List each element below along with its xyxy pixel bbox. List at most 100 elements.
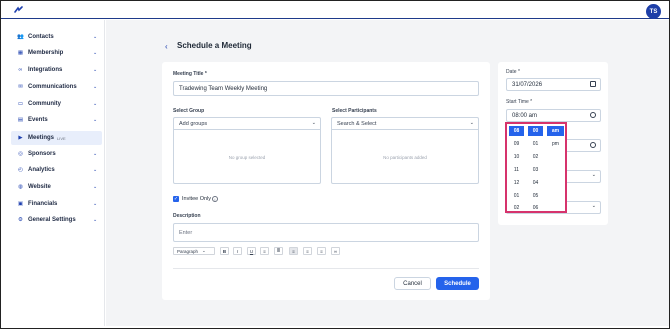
minute-column: 00 01 02 03 04 05 06 — [528, 126, 543, 215]
underline-button[interactable]: U — [247, 247, 256, 255]
cancel-button[interactable]: Cancel — [394, 277, 431, 290]
bullet-list-icon[interactable]: ≡ — [260, 247, 269, 255]
sidebar-item-label: Integrations — [28, 67, 63, 73]
hour-option[interactable]: 08 — [509, 126, 524, 136]
meeting-title-label: Meeting Title * — [173, 71, 207, 77]
sidebar-item-label: Website — [28, 184, 51, 190]
sidebar-item-community[interactable]: ▭ Community ⌄ — [11, 97, 102, 111]
chevron-down-icon: ⌄ — [591, 172, 596, 178]
chevron-down-icon: ⌄ — [202, 248, 206, 253]
minute-option[interactable]: 05 — [528, 189, 543, 202]
sidebar-item-label: Sponsors — [28, 151, 56, 157]
description-label: Description — [173, 213, 201, 219]
sidebar-item-meetings[interactable]: ▶ Meetings LIVE — [11, 131, 102, 145]
select-group-dropdown[interactable]: Add groups ⌄ — [174, 118, 320, 130]
mail-icon: ✉ — [18, 84, 23, 90]
chevron-down-icon: ⌄ — [469, 120, 474, 126]
sidebar-item-website[interactable]: ◍ Website ⌄ — [11, 180, 102, 194]
chevron-down-icon: ⌄ — [93, 151, 98, 157]
no-group-text: No group selected — [228, 155, 266, 160]
period-option[interactable]: pm — [547, 138, 564, 151]
meeting-title-input[interactable]: Tradewing Team Weekly Meeting — [173, 81, 479, 96]
minute-option[interactable]: 02 — [528, 151, 543, 164]
hour-option[interactable]: 11 — [509, 164, 524, 177]
invitee-only-label: Invitee Only — [182, 196, 212, 202]
app-logo-icon[interactable] — [14, 6, 24, 14]
minute-option[interactable]: 00 — [528, 126, 543, 136]
minute-option[interactable]: 04 — [528, 176, 543, 189]
contacts-icon: 👥 — [17, 34, 24, 40]
align-right-icon[interactable]: ≡ — [317, 247, 326, 255]
invitee-only-checkbox[interactable]: ✓ — [173, 196, 179, 202]
paragraph-select[interactable]: Paragraph ⌄ — [173, 247, 215, 255]
sidebar-item-analytics[interactable]: ◴ Analytics ⌄ — [11, 163, 102, 177]
user-avatar[interactable]: TS — [646, 4, 661, 19]
sidebar-item-contacts[interactable]: 👥 Contacts ⌄ — [11, 30, 102, 44]
start-time-input[interactable]: 08:00 am — [506, 109, 601, 122]
period-option[interactable]: am — [547, 126, 564, 136]
sidebar-item-membership[interactable]: ▦ Membership ⌄ — [11, 46, 102, 60]
select-participants-label: Select Participants — [332, 108, 377, 114]
chevron-down-icon: ⌄ — [93, 167, 98, 173]
align-left-icon[interactable]: ≡ — [289, 247, 298, 255]
clock-icon[interactable] — [590, 142, 596, 148]
sidebar: 👥 Contacts ⌄ ▦ Membership ⌄ ∞ Integrations ⌄ ✉ Com… — [1, 20, 105, 326]
sidebar-item-label: Events — [28, 117, 48, 123]
chevron-down-icon: ⌄ — [591, 203, 596, 209]
period-column: am pm — [547, 126, 564, 151]
participants-placeholder: Search & Select — [337, 121, 377, 127]
bold-button[interactable]: B — [220, 247, 229, 255]
chevron-down-icon: ⌄ — [93, 34, 98, 40]
select-group-box: Add groups ⌄ No group selected — [173, 117, 321, 184]
globe-icon: ◍ — [18, 184, 23, 190]
calendar-icon: ▤ — [17, 117, 24, 123]
sidebar-item-financials[interactable]: ▣ Financials ⌄ — [11, 197, 102, 211]
calendar-icon[interactable] — [590, 81, 596, 87]
clock-icon[interactable] — [590, 112, 596, 118]
sidebar-item-label: Contacts — [28, 34, 54, 40]
hour-option[interactable]: 09 — [509, 138, 524, 151]
minute-option[interactable]: 06 — [528, 202, 543, 215]
date-label: Date * — [506, 69, 520, 75]
sidebar-item-integrations[interactable]: ∞ Integrations ⌄ — [11, 63, 102, 77]
description-input[interactable]: Enter — [173, 223, 479, 242]
membership-icon: ▦ — [17, 50, 24, 56]
chevron-down-icon: ⌄ — [93, 101, 98, 107]
hour-column: 08 09 10 11 12 01 02 — [509, 126, 524, 215]
back-chevron-icon[interactable]: ‹ — [165, 42, 168, 51]
schedule-button[interactable]: Schedule — [436, 277, 479, 290]
minute-option[interactable]: 03 — [528, 164, 543, 177]
hour-option[interactable]: 10 — [509, 151, 524, 164]
chat-icon: ▭ — [17, 101, 24, 107]
analytics-icon: ◴ — [18, 167, 23, 173]
info-icon[interactable]: i — [212, 196, 218, 202]
date-input[interactable]: 31/07/2026 — [506, 78, 601, 91]
link-icon[interactable]: ∞ — [331, 247, 340, 255]
sidebar-item-general-settings[interactable]: ⚙ General Settings ⌄ — [11, 213, 102, 227]
sponsor-icon: ◎ — [18, 151, 23, 157]
chevron-down-icon: ⌄ — [93, 84, 98, 90]
sidebar-item-label: General Settings — [28, 217, 76, 223]
sidebar-item-label: Meetings — [28, 135, 55, 141]
start-time-label: Start Time * — [506, 99, 533, 105]
sidebar-item-events[interactable]: ▤ Events ⌄ — [11, 113, 102, 127]
live-badge: LIVE — [57, 135, 66, 141]
hour-option[interactable]: 01 — [509, 189, 524, 202]
select-group-placeholder: Add groups — [179, 121, 208, 127]
hour-option[interactable]: 02 — [509, 202, 524, 215]
wallet-icon: ▣ — [17, 201, 24, 207]
video-icon: ▶ — [18, 135, 23, 141]
participants-search[interactable]: Search & Select ⌄ — [332, 118, 478, 130]
link-icon: ∞ — [18, 67, 23, 73]
minute-option[interactable]: 01 — [528, 138, 543, 151]
align-center-icon[interactable]: ≡ — [303, 247, 312, 255]
sidebar-item-label: Analytics — [28, 167, 55, 173]
select-participants-box: Search & Select ⌄ No participants added — [331, 117, 479, 184]
sidebar-item-communications[interactable]: ✉ Communications ⌄ — [11, 80, 102, 94]
sidebar-item-sponsors[interactable]: ◎ Sponsors ⌄ — [11, 147, 102, 161]
hour-option[interactable]: 12 — [509, 176, 524, 189]
italic-button[interactable]: I — [233, 247, 242, 255]
numbered-list-icon[interactable]: ≣ — [274, 247, 283, 255]
chevron-down-icon: ⌄ — [93, 67, 98, 73]
date-value: 31/07/2026 — [512, 81, 543, 88]
